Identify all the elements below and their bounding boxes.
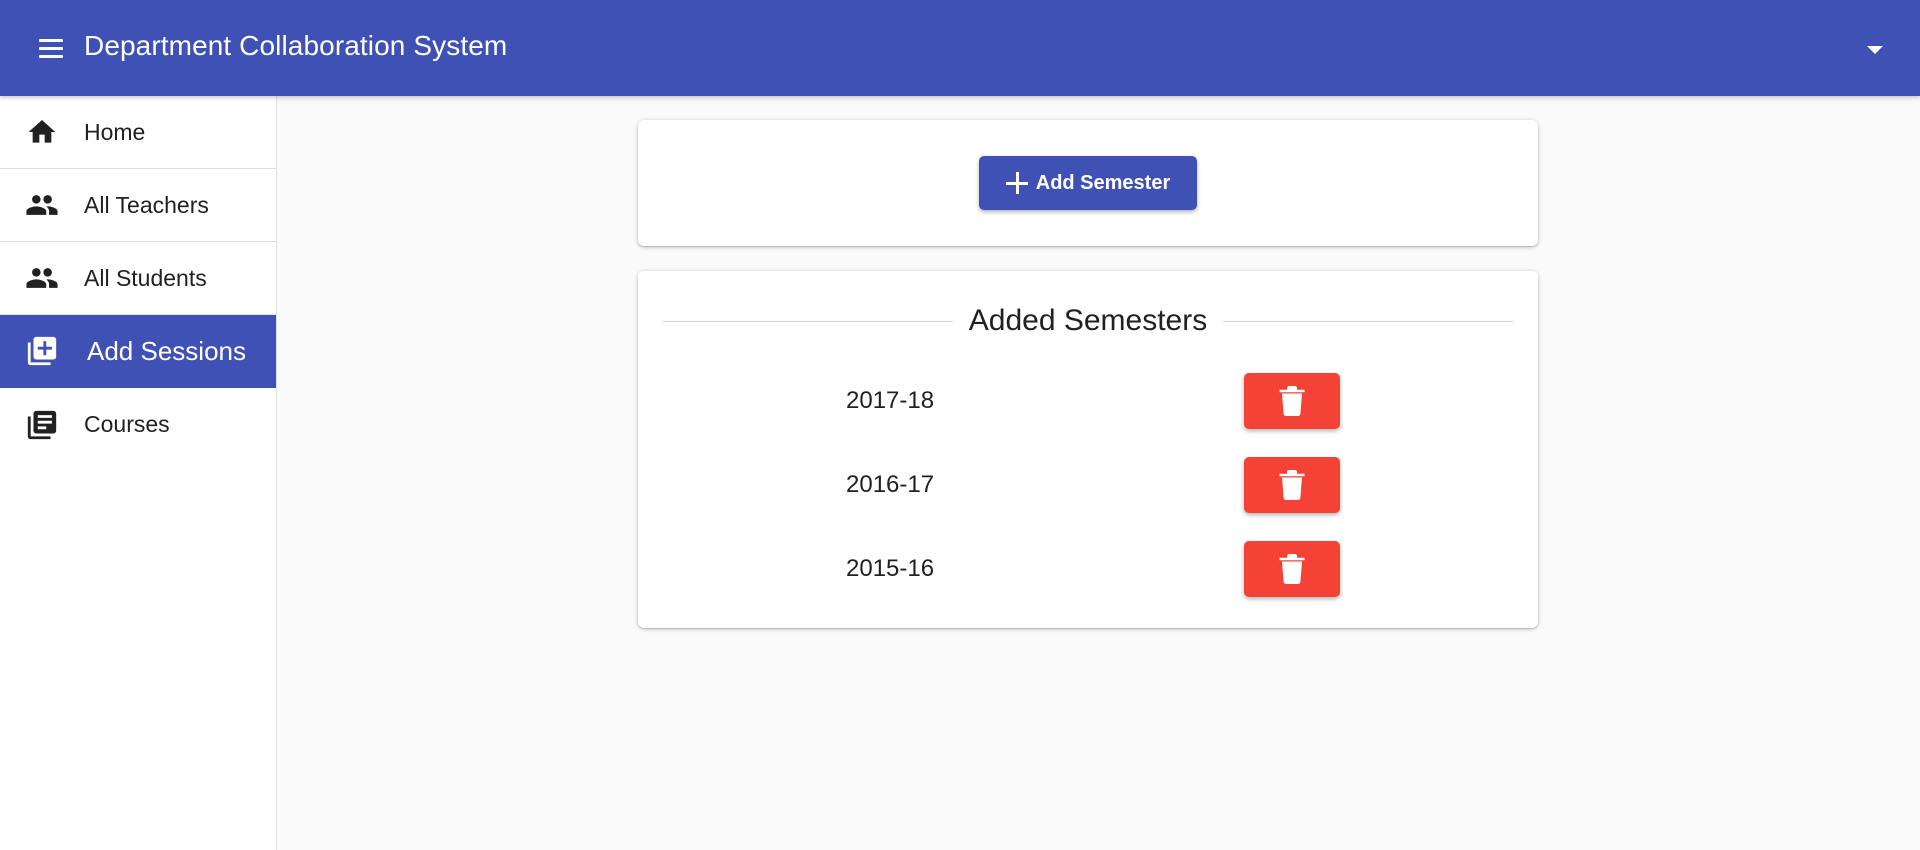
sidebar-item-label: Add Sessions (87, 335, 246, 366)
delete-semester-button[interactable] (1244, 541, 1340, 597)
delete-semester-button[interactable] (1244, 457, 1340, 513)
sidebar-item-home[interactable]: Home (0, 96, 276, 169)
sidebar-item-label: Home (84, 118, 146, 145)
arrow-drop-down-icon (1867, 46, 1883, 54)
sidebar: Home All Teachers All Students Add Sessi… (0, 96, 277, 850)
trash-icon (1279, 386, 1305, 416)
app-bar: Department Collaboration System (0, 0, 1920, 96)
sidebar-item-all-students[interactable]: All Students (0, 242, 276, 315)
app-title: Department Collaboration System (84, 30, 508, 61)
list-item: 2015-16 (638, 541, 1538, 597)
sidebar-item-label: All Teachers (84, 191, 209, 218)
list-item: 2017-18 (638, 373, 1538, 429)
trash-icon (1279, 470, 1305, 500)
divider (1223, 320, 1514, 322)
list-item: 2016-17 (638, 457, 1538, 513)
menu-icon[interactable] (36, 34, 66, 64)
account-dropdown-button[interactable] (1830, 30, 1920, 70)
library-add-icon (24, 333, 60, 369)
people-icon (24, 187, 60, 223)
sidebar-item-add-sessions[interactable]: Add Sessions (0, 315, 276, 388)
add-semester-button[interactable]: Add Semester (979, 156, 1197, 210)
semester-name: 2015-16 (846, 555, 935, 582)
sidebar-item-courses[interactable]: Courses (0, 388, 276, 461)
library-books-icon (24, 407, 60, 443)
divider (662, 320, 953, 322)
sidebar-item-all-teachers[interactable]: All Teachers (0, 169, 276, 242)
trash-icon (1279, 554, 1305, 584)
added-semesters-card: Added Semesters 2017-18 2016-17 2015-16 (638, 271, 1538, 628)
semester-name: 2017-18 (846, 387, 935, 414)
sidebar-item-label: All Students (84, 264, 207, 291)
plus-icon (1005, 172, 1028, 194)
section-heading: Added Semesters (968, 304, 1208, 337)
add-semester-label: Add Semester (1035, 171, 1171, 194)
sidebar-item-label: Courses (84, 411, 170, 437)
semester-name: 2016-17 (846, 471, 935, 498)
delete-semester-button[interactable] (1244, 373, 1340, 429)
home-icon (24, 114, 60, 150)
people-icon (24, 260, 60, 296)
add-semester-card: Add Semester (638, 120, 1538, 246)
section-header: Added Semesters (662, 301, 1514, 341)
